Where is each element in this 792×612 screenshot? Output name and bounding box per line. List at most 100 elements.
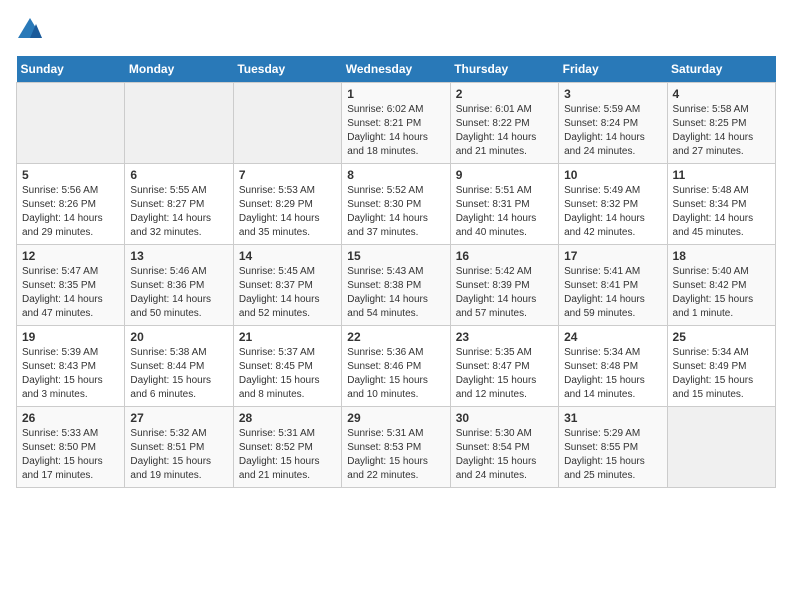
day-number: 27 xyxy=(130,411,227,425)
day-number: 21 xyxy=(239,330,336,344)
day-info: Sunrise: 5:58 AM Sunset: 8:25 PM Dayligh… xyxy=(673,103,770,159)
calendar-cell: 25 Sunrise: 5:34 AM Sunset: 8:49 PM Dayli… xyxy=(667,326,775,407)
calendar-cell: 4 Sunrise: 5:58 AM Sunset: 8:25 PM Daylig… xyxy=(667,83,775,164)
day-info: Sunrise: 5:34 AM Sunset: 8:49 PM Dayligh… xyxy=(673,346,770,402)
day-number: 4 xyxy=(673,87,770,101)
day-number: 15 xyxy=(347,249,444,263)
day-number: 20 xyxy=(130,330,227,344)
calendar-cell: 9 Sunrise: 5:51 AM Sunset: 8:31 PM Daylig… xyxy=(450,164,558,245)
weekday-header: Wednesday xyxy=(342,56,450,83)
calendar-cell: 14 Sunrise: 5:45 AM Sunset: 8:37 PM Dayli… xyxy=(233,245,341,326)
day-number: 29 xyxy=(347,411,444,425)
weekday-header: Friday xyxy=(559,56,667,83)
calendar-cell: 24 Sunrise: 5:34 AM Sunset: 8:48 PM Dayli… xyxy=(559,326,667,407)
calendar-week-row: 1 Sunrise: 6:02 AM Sunset: 8:21 PM Daylig… xyxy=(17,83,776,164)
day-number: 11 xyxy=(673,168,770,182)
day-number: 12 xyxy=(22,249,119,263)
calendar-cell: 13 Sunrise: 5:46 AM Sunset: 8:36 PM Dayli… xyxy=(125,245,233,326)
day-info: Sunrise: 5:52 AM Sunset: 8:30 PM Dayligh… xyxy=(347,184,444,240)
weekday-header-row: SundayMondayTuesdayWednesdayThursdayFrid… xyxy=(17,56,776,83)
calendar-week-row: 26 Sunrise: 5:33 AM Sunset: 8:50 PM Dayli… xyxy=(17,407,776,488)
weekday-header: Tuesday xyxy=(233,56,341,83)
day-info: Sunrise: 5:53 AM Sunset: 8:29 PM Dayligh… xyxy=(239,184,336,240)
day-number: 2 xyxy=(456,87,553,101)
day-number: 23 xyxy=(456,330,553,344)
calendar-cell: 22Sunrise: 5:36 AM Sunset: 8:46 PM Dayli… xyxy=(342,326,450,407)
calendar-cell: 7Sunrise: 5:53 AM Sunset: 8:29 PM Daylig… xyxy=(233,164,341,245)
day-info: Sunrise: 6:02 AM Sunset: 8:21 PM Dayligh… xyxy=(347,103,444,159)
day-number: 26 xyxy=(22,411,119,425)
day-number: 5 xyxy=(22,168,119,182)
day-number: 25 xyxy=(673,330,770,344)
calendar-cell: 29 Sunrise: 5:31 AM Sunset: 8:53 PM Dayli… xyxy=(342,407,450,488)
day-info: Sunrise: 5:32 AM Sunset: 8:51 PM Dayligh… xyxy=(130,427,227,483)
day-info: Sunrise: 5:47 AM Sunset: 8:35 PM Dayligh… xyxy=(22,265,119,321)
day-info: Sunrise: 5:59 AM Sunset: 8:24 PM Dayligh… xyxy=(564,103,661,159)
calendar-cell: 27 Sunrise: 5:32 AM Sunset: 8:51 PM Dayli… xyxy=(125,407,233,488)
day-info: Sunrise: 5:48 AM Sunset: 8:34 PM Dayligh… xyxy=(673,184,770,240)
calendar-cell: 1 Sunrise: 6:02 AM Sunset: 8:21 PM Daylig… xyxy=(342,83,450,164)
day-info: Sunrise: 5:55 AM Sunset: 8:27 PM Dayligh… xyxy=(130,184,227,240)
day-number: 1 xyxy=(347,87,444,101)
day-info: Sunrise: 5:41 AM Sunset: 8:41 PM Dayligh… xyxy=(564,265,661,321)
weekday-header: Thursday xyxy=(450,56,558,83)
calendar-cell: 26 Sunrise: 5:33 AM Sunset: 8:50 PM Dayli… xyxy=(17,407,125,488)
day-number: 28 xyxy=(239,411,336,425)
day-number: 31 xyxy=(564,411,661,425)
calendar-cell: 23 Sunrise: 5:35 AM Sunset: 8:47 PM Dayli… xyxy=(450,326,558,407)
calendar-cell: 12 Sunrise: 5:47 AM Sunset: 8:35 PM Dayli… xyxy=(17,245,125,326)
day-number: 14 xyxy=(239,249,336,263)
day-number: 6 xyxy=(130,168,227,182)
calendar-cell xyxy=(233,83,341,164)
calendar-week-row: 12 Sunrise: 5:47 AM Sunset: 8:35 PM Dayli… xyxy=(17,245,776,326)
day-number: 18 xyxy=(673,249,770,263)
calendar-cell: 8 Sunrise: 5:52 AM Sunset: 8:30 PM Daylig… xyxy=(342,164,450,245)
day-number: 9 xyxy=(456,168,553,182)
day-info: Sunrise: 5:46 AM Sunset: 8:36 PM Dayligh… xyxy=(130,265,227,321)
day-info: Sunrise: 5:43 AM Sunset: 8:38 PM Dayligh… xyxy=(347,265,444,321)
calendar-cell: 20 Sunrise: 5:38 AM Sunset: 8:44 PM Dayli… xyxy=(125,326,233,407)
day-number: 17 xyxy=(564,249,661,263)
weekday-header: Sunday xyxy=(17,56,125,83)
day-info: Sunrise: 6:01 AM Sunset: 8:22 PM Dayligh… xyxy=(456,103,553,159)
day-number: 16 xyxy=(456,249,553,263)
calendar-cell: 15 Sunrise: 5:43 AM Sunset: 8:38 PM Dayli… xyxy=(342,245,450,326)
day-number: 13 xyxy=(130,249,227,263)
day-info: Sunrise: 5:33 AM Sunset: 8:50 PM Dayligh… xyxy=(22,427,119,483)
day-number: 3 xyxy=(564,87,661,101)
calendar-cell xyxy=(17,83,125,164)
calendar-cell: 30Sunrise: 5:30 AM Sunset: 8:54 PM Dayli… xyxy=(450,407,558,488)
logo-icon xyxy=(16,16,44,44)
day-number: 24 xyxy=(564,330,661,344)
calendar-cell: 5 Sunrise: 5:56 AM Sunset: 8:26 PM Daylig… xyxy=(17,164,125,245)
day-info: Sunrise: 5:45 AM Sunset: 8:37 PM Dayligh… xyxy=(239,265,336,321)
day-info: Sunrise: 5:49 AM Sunset: 8:32 PM Dayligh… xyxy=(564,184,661,240)
calendar-cell: 31Sunrise: 5:29 AM Sunset: 8:55 PM Dayli… xyxy=(559,407,667,488)
calendar-cell: 18 Sunrise: 5:40 AM Sunset: 8:42 PM Dayli… xyxy=(667,245,775,326)
calendar-cell xyxy=(125,83,233,164)
calendar-cell: 6 Sunrise: 5:55 AM Sunset: 8:27 PM Daylig… xyxy=(125,164,233,245)
header xyxy=(16,16,776,44)
day-number: 22 xyxy=(347,330,444,344)
calendar-week-row: 19Sunrise: 5:39 AM Sunset: 8:43 PM Dayli… xyxy=(17,326,776,407)
day-number: 8 xyxy=(347,168,444,182)
day-info: Sunrise: 5:40 AM Sunset: 8:42 PM Dayligh… xyxy=(673,265,770,321)
day-info: Sunrise: 5:31 AM Sunset: 8:52 PM Dayligh… xyxy=(239,427,336,483)
day-info: Sunrise: 5:56 AM Sunset: 8:26 PM Dayligh… xyxy=(22,184,119,240)
calendar-cell: 16 Sunrise: 5:42 AM Sunset: 8:39 PM Dayli… xyxy=(450,245,558,326)
day-info: Sunrise: 5:51 AM Sunset: 8:31 PM Dayligh… xyxy=(456,184,553,240)
weekday-header: Monday xyxy=(125,56,233,83)
calendar-cell: 19Sunrise: 5:39 AM Sunset: 8:43 PM Dayli… xyxy=(17,326,125,407)
day-info: Sunrise: 5:31 AM Sunset: 8:53 PM Dayligh… xyxy=(347,427,444,483)
calendar-week-row: 5 Sunrise: 5:56 AM Sunset: 8:26 PM Daylig… xyxy=(17,164,776,245)
day-info: Sunrise: 5:34 AM Sunset: 8:48 PM Dayligh… xyxy=(564,346,661,402)
day-info: Sunrise: 5:42 AM Sunset: 8:39 PM Dayligh… xyxy=(456,265,553,321)
day-info: Sunrise: 5:35 AM Sunset: 8:47 PM Dayligh… xyxy=(456,346,553,402)
calendar-table: SundayMondayTuesdayWednesdayThursdayFrid… xyxy=(16,56,776,488)
day-info: Sunrise: 5:30 AM Sunset: 8:54 PM Dayligh… xyxy=(456,427,553,483)
day-number: 19 xyxy=(22,330,119,344)
day-info: Sunrise: 5:38 AM Sunset: 8:44 PM Dayligh… xyxy=(130,346,227,402)
calendar-cell: 10Sunrise: 5:49 AM Sunset: 8:32 PM Dayli… xyxy=(559,164,667,245)
logo xyxy=(16,16,46,44)
calendar-cell: 11 Sunrise: 5:48 AM Sunset: 8:34 PM Dayli… xyxy=(667,164,775,245)
